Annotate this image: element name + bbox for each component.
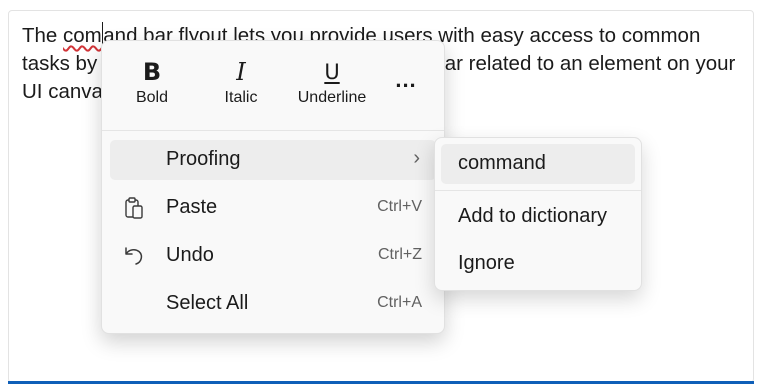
menu-item-label: Paste [166, 196, 218, 218]
text-before: The [22, 24, 64, 47]
undo-icon [122, 244, 146, 268]
bold-button[interactable]: B Bold [120, 55, 184, 107]
menu-item-proofing[interactable]: Proofing › [110, 140, 436, 180]
proofing-submenu: command Add to dictionary Ignore [434, 137, 642, 291]
menu-item-paste[interactable]: Paste Ctrl+V [110, 188, 436, 228]
misspelled-part-a: com [63, 24, 102, 47]
submenu-item-label: Ignore [458, 252, 515, 274]
more-button[interactable]: ... [384, 63, 428, 97]
ignore-item[interactable]: Ignore [441, 244, 635, 284]
shortcut-text: Ctrl+Z [378, 246, 422, 263]
bold-label: Bold [135, 89, 169, 106]
underline-label: Underline [297, 89, 367, 106]
menu-item-label: Proofing [166, 148, 241, 170]
add-to-dictionary-item[interactable]: Add to dictionary [441, 197, 635, 237]
menu-item-select-all[interactable]: Select All Ctrl+A [110, 284, 436, 324]
chevron-right-icon: › [413, 147, 420, 169]
italic-label: Italic [224, 89, 258, 106]
menu-item-undo[interactable]: Undo Ctrl+Z [110, 236, 436, 276]
more-icon: ... [395, 67, 417, 92]
menu-item-label: Undo [166, 244, 214, 266]
paste-icon [122, 196, 146, 220]
bold-icon: B [142, 58, 162, 86]
editor-focus-underline [8, 381, 754, 384]
shortcut-text: Ctrl+V [377, 198, 422, 215]
underline-icon: U [324, 60, 340, 84]
menu-item-label: Select All [166, 292, 249, 314]
flyout-toolbar: B Bold I Italic U Underline ... [102, 41, 444, 129]
submenu-item-label: Add to dictionary [458, 205, 607, 227]
flyout-divider [102, 130, 444, 131]
suggestion-item[interactable]: command [441, 144, 635, 184]
italic-button[interactable]: I Italic [206, 55, 276, 107]
underline-button[interactable]: U Underline [290, 55, 374, 107]
shortcut-text: Ctrl+A [377, 294, 422, 311]
italic-icon: I [236, 58, 246, 86]
submenu-divider [435, 190, 641, 191]
suggestion-label: command [458, 152, 546, 174]
command-bar-flyout: B Bold I Italic U Underline ... Proofing… [101, 40, 445, 334]
